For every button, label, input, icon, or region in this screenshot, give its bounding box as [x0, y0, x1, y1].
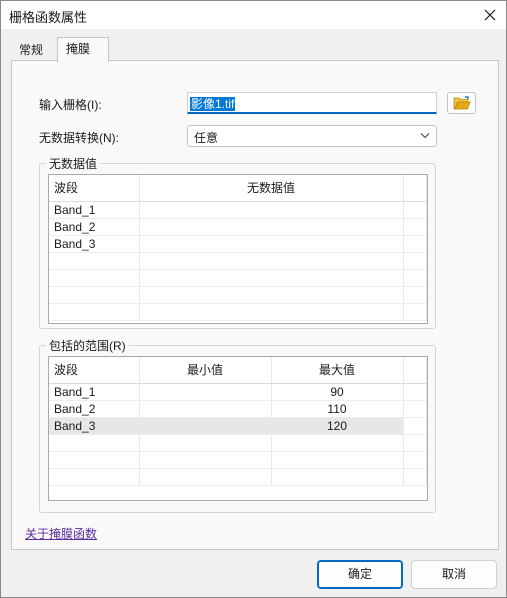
empty-row — [49, 303, 427, 321]
column-header-band[interactable]: 波段 — [49, 357, 140, 384]
table-row-selected[interactable]: Band_3 120 — [49, 417, 427, 435]
title-bar: 栅格函数属性 — [1, 1, 506, 29]
band-cell[interactable]: Band_2 — [49, 400, 140, 418]
empty-row — [49, 286, 427, 304]
empty-row — [49, 451, 427, 469]
nodata-table[interactable]: 波段 无数据值 Band_1 Band_2 Band_3 — [48, 174, 428, 324]
browse-button[interactable] — [447, 92, 476, 114]
filler-cell — [403, 400, 427, 418]
nodata-mapping-label: 无数据转换(N): — [39, 131, 119, 145]
about-mask-function-link[interactable]: 关于掩膜函数 — [25, 525, 97, 542]
tab-general[interactable]: 常规 — [11, 39, 57, 61]
nodata-mapping-value: 任意 — [194, 131, 219, 145]
band-cell[interactable]: Band_3 — [49, 235, 140, 253]
column-header-min[interactable]: 最小值 — [139, 357, 272, 384]
column-header-filler — [403, 357, 427, 384]
range-table-header: 波段 最小值 最大值 — [49, 357, 427, 384]
tab-strip: 常规 掩膜 — [11, 37, 501, 62]
min-cell[interactable] — [139, 383, 272, 401]
window-title: 栅格函数属性 — [9, 10, 88, 25]
nodata-cell[interactable] — [139, 201, 404, 219]
filler-cell — [403, 218, 427, 236]
nodata-table-header: 波段 无数据值 — [49, 175, 427, 202]
band-cell[interactable]: Band_2 — [49, 218, 140, 236]
input-raster-field[interactable]: 影像1.tif — [187, 92, 437, 114]
empty-row — [49, 434, 427, 452]
max-cell[interactable]: 90 — [271, 383, 404, 401]
column-header-filler — [403, 175, 427, 202]
empty-row — [49, 252, 427, 270]
table-row[interactable]: Band_1 — [49, 201, 427, 219]
column-header-nodata[interactable]: 无数据值 — [139, 175, 404, 202]
dialog-window: 栅格函数属性 常规 掩膜 输入栅格(I): 影像1.tif 无数据转换(N): … — [0, 0, 507, 598]
column-header-max[interactable]: 最大值 — [271, 357, 404, 384]
input-raster-label: 输入栅格(I): — [39, 98, 102, 112]
tab-mask[interactable]: 掩膜 — [57, 37, 109, 62]
filler-cell — [403, 235, 427, 253]
filler-cell — [403, 383, 427, 401]
column-header-band[interactable]: 波段 — [49, 175, 140, 202]
table-row[interactable]: Band_1 90 — [49, 383, 427, 401]
empty-row — [49, 468, 427, 486]
nodata-cell[interactable] — [139, 235, 404, 253]
table-row[interactable]: Band_3 — [49, 235, 427, 253]
max-cell[interactable]: 110 — [271, 400, 404, 418]
cancel-button[interactable]: 取消 — [411, 560, 497, 589]
range-group-title: 包括的范围(R) — [49, 339, 126, 353]
close-button[interactable] — [474, 1, 506, 29]
empty-row — [49, 269, 427, 287]
max-cell[interactable]: 120 — [271, 417, 404, 435]
nodata-cell[interactable] — [139, 218, 404, 236]
filler-cell — [403, 201, 427, 219]
input-raster-value: 影像1.tif — [190, 97, 236, 111]
band-cell[interactable]: Band_1 — [49, 201, 140, 219]
band-cell[interactable]: Band_3 — [49, 417, 140, 435]
min-cell[interactable] — [139, 400, 272, 418]
min-cell[interactable] — [139, 417, 272, 435]
table-row[interactable]: Band_2 110 — [49, 400, 427, 418]
nodata-group-title: 无数据值 — [49, 157, 98, 171]
open-folder-icon — [453, 96, 471, 110]
table-row[interactable]: Band_2 — [49, 218, 427, 236]
band-cell[interactable]: Band_1 — [49, 383, 140, 401]
range-table[interactable]: 波段 最小值 最大值 Band_1 90 Band_2 110 Band_3 1 — [48, 356, 428, 501]
ok-button[interactable]: 确定 — [317, 560, 403, 589]
chevron-down-icon — [420, 133, 430, 139]
nodata-mapping-dropdown[interactable]: 任意 — [187, 125, 437, 147]
close-icon — [484, 9, 496, 21]
filler-cell — [403, 417, 427, 435]
